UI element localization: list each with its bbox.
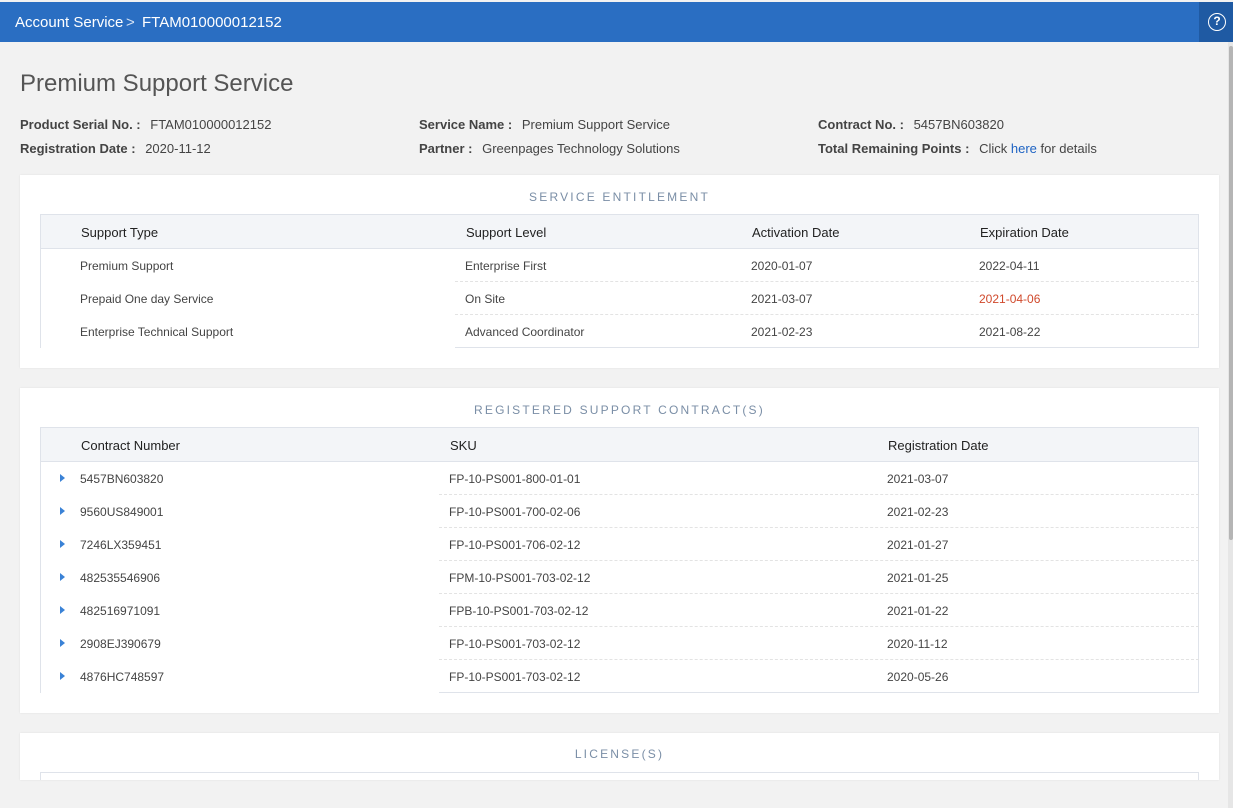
cell-sku: FP-10-PS001-706-02-12 [449, 538, 581, 552]
product-serial-value: FTAM010000012152 [150, 117, 272, 132]
cell-sku: FPB-10-PS001-703-02-12 [449, 604, 589, 618]
licenses-panel: LICENSE(S) [20, 733, 1219, 780]
cell-contract-number: 9560US849001 [80, 505, 164, 519]
column-header-support-type[interactable]: Support Type [81, 225, 158, 240]
licenses-table-top-border [40, 772, 1199, 773]
top-bar: Account Service > FTAM010000012152 ? [0, 2, 1233, 42]
cell-registration-date: 2021-01-22 [887, 604, 949, 618]
partner-value: Greenpages Technology Solutions [482, 141, 680, 156]
cell-contract-number: 482516971091 [80, 604, 161, 618]
table-row[interactable]: Prepaid One day Service On Site 2021-03-… [40, 282, 1199, 315]
service-name-value: Premium Support Service [521, 117, 670, 132]
table-row[interactable]: 5457BN603820 FP-10-PS001-800-01-01 2021-… [40, 462, 1199, 495]
cell-expiration-date: 2021-08-22 [979, 325, 1041, 339]
cell-sku: FP-10-PS001-700-02-06 [449, 505, 581, 519]
partner-info: Partner : Greenpages Technology Solution… [419, 141, 680, 156]
column-header-activation-date[interactable]: Activation Date [752, 225, 839, 240]
cell-support-type: Enterprise Technical Support [80, 325, 234, 339]
cell-expiration-date-warning: 2021-04-06 [979, 292, 1041, 306]
help-icon: ? [1208, 13, 1226, 31]
cell-registration-date: 2021-01-25 [887, 571, 949, 585]
cell-contract-number: 2908EJ390679 [80, 637, 161, 651]
table-row[interactable]: 2908EJ390679 FP-10-PS001-703-02-12 2020-… [40, 627, 1199, 660]
cell-contract-number: 4876HC748597 [80, 670, 165, 684]
contract-no-label: Contract No. : [818, 117, 904, 132]
expand-row-icon[interactable] [60, 639, 65, 647]
cell-activation-date: 2021-02-23 [751, 325, 813, 339]
column-header-support-level[interactable]: Support Level [466, 225, 546, 240]
product-serial-label: Product Serial No. : [20, 117, 141, 132]
product-serial-info: Product Serial No. : FTAM010000012152 [20, 117, 271, 132]
partner-label: Partner : [419, 141, 473, 156]
table-header: Support Type Support Level Activation Da… [40, 214, 1199, 249]
table-row[interactable]: Enterprise Technical Support Advanced Co… [40, 315, 1199, 348]
contract-no-info: Contract No. : 5457BN603820 [818, 117, 1004, 132]
expand-row-icon[interactable] [60, 507, 65, 515]
table-header: Contract Number SKU Registration Date [40, 427, 1199, 462]
column-header-contract-number[interactable]: Contract Number [81, 438, 180, 453]
cell-registration-date: 2021-01-27 [887, 538, 949, 552]
licenses-table-left-border [40, 772, 41, 780]
service-entitlement-panel: SERVICE ENTITLEMENT Support Type Support… [20, 175, 1219, 368]
cell-support-level: On Site [465, 292, 506, 306]
cell-sku: FPM-10-PS001-703-02-12 [449, 571, 591, 585]
remaining-points-prefix: Click [979, 141, 1008, 156]
cell-sku: FP-10-PS001-703-02-12 [449, 637, 581, 651]
expand-row-icon[interactable] [60, 672, 65, 680]
registration-date-info: Registration Date : 2020-11-12 [20, 141, 211, 156]
scrollbar-thumb[interactable] [1229, 46, 1233, 540]
cell-contract-number: 482535546906 [80, 571, 161, 585]
cell-support-type: Prepaid One day Service [80, 292, 214, 306]
remaining-points-info: Total Remaining Points : Click here for … [818, 141, 1097, 156]
breadcrumb-account-service[interactable]: Account Service [15, 14, 123, 31]
cell-registration-date: 2021-03-07 [887, 472, 949, 486]
table-row[interactable]: 9560US849001 FP-10-PS001-700-02-06 2021-… [40, 495, 1199, 528]
cell-support-type: Premium Support [80, 259, 174, 273]
registered-contracts-table: Contract Number SKU Registration Date 54… [40, 427, 1199, 693]
expand-row-icon[interactable] [60, 474, 65, 482]
service-entitlement-title: SERVICE ENTITLEMENT [529, 190, 710, 204]
cell-registration-date: 2021-02-23 [887, 505, 949, 519]
cell-activation-date: 2021-03-07 [751, 292, 813, 306]
breadcrumb-separator: > [126, 14, 135, 31]
cell-support-level: Advanced Coordinator [465, 325, 585, 339]
cell-registration-date: 2020-05-26 [887, 670, 949, 684]
cell-expiration-date: 2022-04-11 [979, 259, 1040, 273]
registration-date-value: 2020-11-12 [145, 141, 211, 156]
table-row[interactable]: Premium Support Enterprise First 2020-01… [40, 249, 1199, 282]
table-row[interactable]: 482516971091 FPB-10-PS001-703-02-12 2021… [40, 594, 1199, 627]
expand-row-icon[interactable] [60, 573, 65, 581]
registered-contracts-title: REGISTERED SUPPORT CONTRACT(S) [474, 403, 765, 417]
expand-row-icon[interactable] [60, 540, 65, 548]
help-button[interactable]: ? [1199, 2, 1233, 42]
column-header-registration-date[interactable]: Registration Date [888, 438, 988, 453]
cell-sku: FP-10-PS001-703-02-12 [449, 670, 581, 684]
table-row[interactable]: 4876HC748597 FP-10-PS001-703-02-12 2020-… [40, 660, 1199, 693]
cell-activation-date: 2020-01-07 [751, 259, 813, 273]
licenses-table-right-border [1198, 772, 1199, 780]
table-row[interactable]: 482535546906 FPM-10-PS001-703-02-12 2021… [40, 561, 1199, 594]
cell-contract-number: 5457BN603820 [80, 472, 164, 486]
cell-support-level: Enterprise First [465, 259, 547, 273]
page-title: Premium Support Service [20, 70, 294, 97]
registered-contracts-panel: REGISTERED SUPPORT CONTRACT(S) Contract … [20, 388, 1219, 713]
column-header-sku[interactable]: SKU [450, 438, 477, 453]
cell-contract-number: 7246LX359451 [80, 538, 162, 552]
contract-no-value: 5457BN603820 [913, 117, 1004, 132]
cell-registration-date: 2020-11-12 [887, 637, 948, 651]
table-row[interactable]: 7246LX359451 FP-10-PS001-706-02-12 2021-… [40, 528, 1199, 561]
breadcrumb-current: FTAM010000012152 [142, 14, 282, 31]
service-name-label: Service Name : [419, 117, 513, 132]
remaining-points-here-link[interactable]: here [1011, 141, 1037, 156]
remaining-points-label: Total Remaining Points : [818, 141, 970, 156]
remaining-points-suffix: for details [1040, 141, 1097, 156]
expand-row-icon[interactable] [60, 606, 65, 614]
service-name-info: Service Name : Premium Support Service [419, 117, 670, 132]
service-entitlement-table: Support Type Support Level Activation Da… [40, 214, 1199, 348]
registration-date-label: Registration Date : [20, 141, 136, 156]
licenses-title: LICENSE(S) [574, 747, 665, 761]
cell-sku: FP-10-PS001-800-01-01 [449, 472, 581, 486]
column-header-expiration-date[interactable]: Expiration Date [980, 225, 1069, 240]
